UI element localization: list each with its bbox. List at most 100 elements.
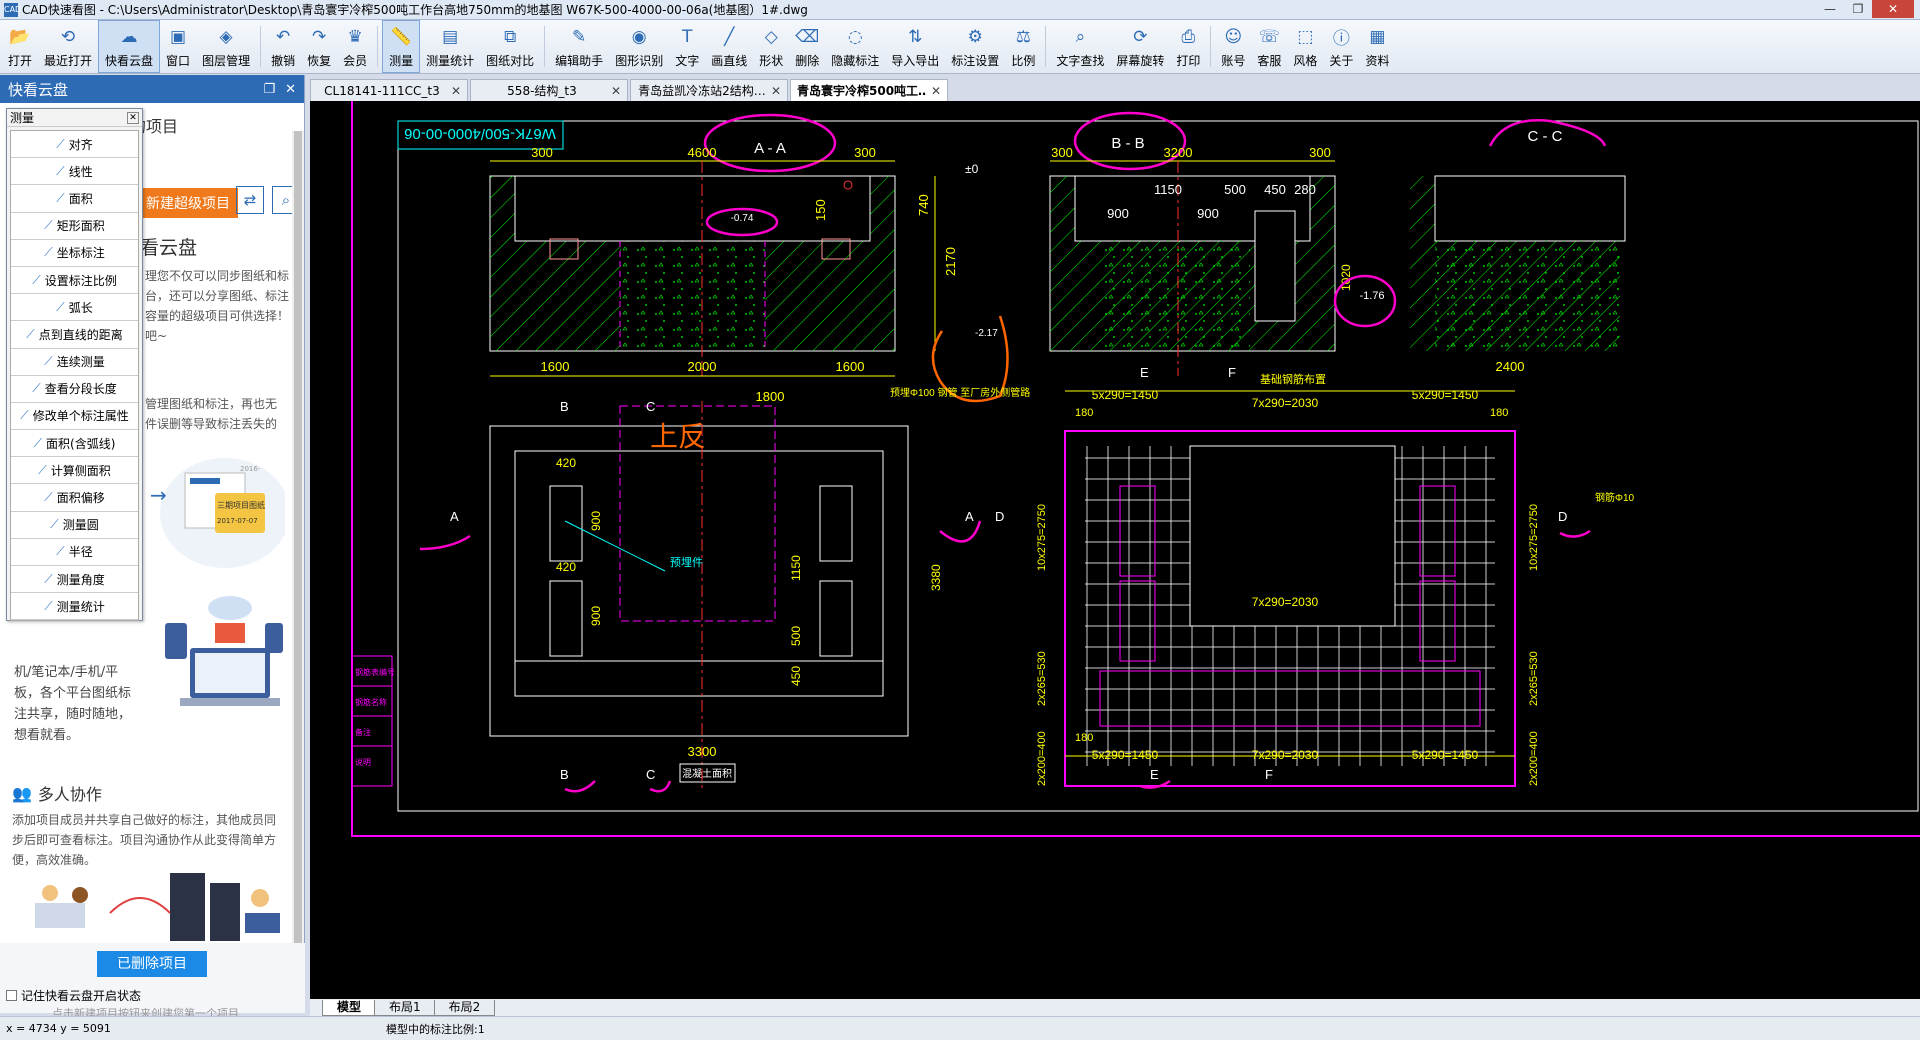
- measure-tool-item[interactable]: ⟋ 测量圆: [11, 512, 138, 539]
- plan-note: 预埋Φ100 钢管 至厂房外侧管路: [890, 386, 1030, 399]
- toolbar-button[interactable]: ☺ 账号: [1215, 20, 1251, 73]
- layout-tab[interactable]: 模型: [322, 999, 377, 1016]
- deleted-projects-button[interactable]: 已删除项目: [97, 951, 207, 977]
- measure-tool-item[interactable]: ⟋ 测量统计: [11, 593, 138, 621]
- section-marker: A: [450, 509, 459, 524]
- measure-tool-item[interactable]: ⟋ 线性: [11, 158, 138, 186]
- measure-tool-item[interactable]: ⟋ 矩形面积: [11, 213, 138, 240]
- point-line-distance-icon: ⟋: [26, 326, 35, 341]
- toolbar-button[interactable]: ⇅ 导入导出: [885, 20, 945, 73]
- section-marker: E: [1150, 767, 1159, 782]
- toolbar-button[interactable]: 📂 打开: [2, 20, 38, 73]
- measure-tool-item[interactable]: ⟋ 点到直线的距离: [11, 321, 138, 349]
- toolbar-button[interactable]: ↷ 恢复: [301, 20, 337, 73]
- toolbar-label: 删除: [795, 53, 820, 68]
- cad-drawing[interactable]: W67K-500/4000-00-06 A - A 300 4600 300 1…: [310, 101, 1920, 999]
- toolbar-button[interactable]: 📏 测量: [382, 20, 421, 73]
- document-tab[interactable]: 青岛寰宇冷榨500吨工… ✕: [790, 79, 948, 101]
- measure-tool-item[interactable]: ⟋ 半径: [11, 539, 138, 566]
- toolbar-button[interactable]: ♛ 会员: [337, 20, 373, 73]
- project-illustration: 三期项目图纸 2017-07-07 2016-: [160, 458, 285, 568]
- toolbar-button[interactable]: ◇ 形状: [753, 20, 789, 73]
- close-icon[interactable]: ✕: [285, 82, 296, 97]
- measure-tool-item[interactable]: ⟋ 设置标注比例: [11, 267, 138, 295]
- dim-text: 900: [1107, 206, 1129, 221]
- sync-text: 注共享，随时随地，: [14, 707, 132, 722]
- title-row: 钢筋表编号: [355, 667, 395, 677]
- open-folder-icon: 📂: [9, 26, 31, 47]
- section-marker: D: [1558, 509, 1567, 524]
- document-tab[interactable]: CL18141-111CC_t3 ✕: [310, 79, 468, 101]
- undo-icon: ↶: [275, 26, 291, 47]
- measure-tool-item[interactable]: ⟋ 面积(含弧线): [11, 430, 138, 458]
- maximize-icon[interactable]: ❐: [1844, 0, 1872, 18]
- measure-tool-item[interactable]: ⟋ 查看分段长度: [11, 376, 138, 403]
- measure-tool-item[interactable]: ⟋ 连续测量: [11, 349, 138, 376]
- toolbar-button[interactable]: ⌕ 文字查找: [1050, 20, 1110, 73]
- measure-tool-item[interactable]: ⟋ 测量角度: [11, 566, 138, 594]
- measure-tool-item[interactable]: ⟋ 面积偏移: [11, 484, 138, 512]
- sidebar-scrollbar[interactable]: [292, 131, 304, 943]
- toolbar-button[interactable]: ⧉ 图纸对比: [480, 20, 540, 73]
- toolbar-button[interactable]: ▣ 窗口: [160, 20, 196, 73]
- scrollbar-thumb[interactable]: [294, 131, 302, 943]
- toolbar-button[interactable]: ◈ 图层管理: [196, 20, 256, 73]
- sync-text: 想看就看。: [14, 728, 80, 743]
- measure-tool-item[interactable]: ⟋ 对齐: [11, 131, 138, 159]
- toolbar-button[interactable]: T 文字: [669, 20, 705, 73]
- toolbar-button[interactable]: ⬚ 风格: [1287, 20, 1323, 73]
- document-tab[interactable]: 558-结构_t3 ✕: [470, 79, 628, 101]
- toolbar-button[interactable]: ⓘ 关于: [1323, 20, 1359, 73]
- measure-tool-item[interactable]: ⟋ 计算侧面积: [11, 457, 138, 485]
- angle-icon: ⟋: [44, 571, 53, 586]
- cad-canvas[interactable]: W67K-500/4000-00-06 A - A 300 4600 300 1…: [310, 101, 1920, 999]
- new-super-project-button[interactable]: 新建超级项目: [138, 188, 238, 218]
- toolbar-button[interactable]: ▤ 测量统计: [420, 20, 480, 73]
- close-icon[interactable]: ✕: [771, 84, 781, 98]
- redo-icon: ↷: [311, 26, 327, 47]
- section-marker: A: [965, 509, 974, 524]
- measure-tool-item[interactable]: ⟋ 弧长: [11, 294, 138, 322]
- measure-tool-item[interactable]: ⟋ 面积: [11, 185, 138, 213]
- measure-tool-label: 计算侧面积: [50, 463, 111, 478]
- minimize-icon[interactable]: —: [1816, 0, 1844, 18]
- toolbar-button[interactable]: ▦ 资料: [1359, 20, 1395, 73]
- toolbar-button[interactable]: ◉ 图形识别: [609, 20, 669, 73]
- document-tab[interactable]: 青岛益凯冷冻站2结构… ✕: [630, 79, 788, 101]
- toolbar-button[interactable]: ⚙ 标注设置: [945, 20, 1005, 73]
- toolbar-button[interactable]: ☏ 客服: [1251, 20, 1287, 73]
- toolbar-button[interactable]: ⟳ 屏幕旋转: [1110, 20, 1170, 73]
- coordinate-readout: x = 4734 y = 5091: [6, 1022, 111, 1035]
- layout-tab[interactable]: 布局1: [374, 999, 436, 1016]
- measure-tool-label: 测量角度: [56, 572, 105, 587]
- toolbar-button[interactable]: ⌫ 删除: [789, 20, 825, 73]
- close-icon[interactable]: ✕: [1872, 0, 1914, 18]
- toolbar-button[interactable]: ⚖ 比例: [1005, 20, 1041, 73]
- toolbar-button[interactable]: ✎ 编辑助手: [549, 20, 609, 73]
- measure-tool-label: 点到直线的距离: [38, 327, 123, 342]
- close-icon[interactable]: ✕: [611, 84, 621, 98]
- toolbar-label: 会员: [343, 53, 368, 68]
- toolbar-button[interactable]: ⟲ 最近打开: [38, 20, 98, 73]
- toolbar-button[interactable]: ◌ 隐藏标注: [825, 20, 885, 73]
- collab-title: 多人协作: [37, 785, 102, 804]
- close-icon[interactable]: ✕: [451, 84, 461, 98]
- support-icon: ☏: [1258, 26, 1281, 47]
- measure-tool-item[interactable]: ⟋ 修改单个标注属性: [11, 403, 138, 431]
- restore-icon[interactable]: ❐: [263, 82, 275, 97]
- toolbar-button[interactable]: ╱ 画直线: [705, 20, 753, 73]
- close-icon[interactable]: ✕: [931, 84, 941, 98]
- section-label-cc: C - C: [1528, 128, 1563, 145]
- toolbar-button[interactable]: ⎙ 打印: [1170, 20, 1206, 73]
- remember-state-checkbox[interactable]: 记住快看云盘开启状态: [6, 987, 141, 1004]
- checkbox-icon[interactable]: [6, 990, 17, 1001]
- dim-text: 150: [813, 199, 828, 221]
- toolbar-button[interactable]: ☁ 快看云盘: [98, 20, 161, 73]
- people-icon: 👥: [12, 783, 32, 803]
- measure-tool-item[interactable]: ⟋ 坐标标注: [11, 240, 138, 267]
- close-icon[interactable]: ✕: [127, 111, 139, 124]
- sync-icon[interactable]: ⇄: [236, 186, 264, 214]
- layout-tab[interactable]: 布局2: [433, 999, 496, 1016]
- dim-text: 5x290=1450: [1092, 388, 1159, 402]
- toolbar-button[interactable]: ↶ 撤销: [265, 20, 301, 73]
